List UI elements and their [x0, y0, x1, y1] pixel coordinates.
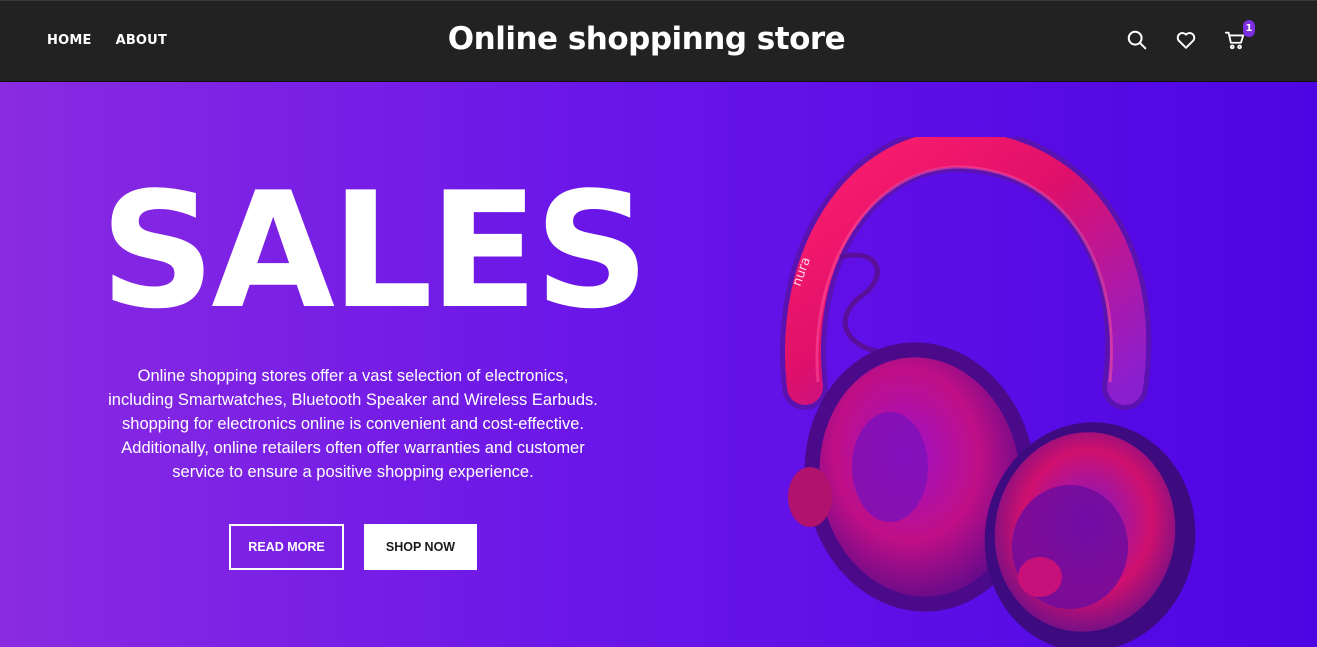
top-navbar: HOME ABOUT Online shoppinng store 1	[0, 0, 1317, 82]
hero-title: SALES	[100, 157, 650, 344]
read-more-button[interactable]: READ MORE	[229, 524, 344, 570]
cart-count-badge: 1	[1243, 20, 1255, 37]
cart-icon[interactable]: 1	[1224, 20, 1255, 51]
headband: nura	[779, 137, 1152, 410]
hero-description: Online shopping stores offer a vast sele…	[108, 367, 598, 481]
headphone-cable-left	[839, 252, 881, 355]
hero-banner: SALES Online shopping stores offer a vas…	[0, 82, 1317, 647]
nav-icons: 1	[1126, 20, 1255, 51]
heart-icon[interactable]	[1175, 29, 1197, 51]
search-icon[interactable]	[1126, 29, 1148, 51]
shop-now-button[interactable]: SHOP NOW	[364, 524, 477, 570]
store-title[interactable]: Online shoppinng store	[0, 21, 1293, 57]
headphones-image: nura	[779, 137, 1196, 647]
